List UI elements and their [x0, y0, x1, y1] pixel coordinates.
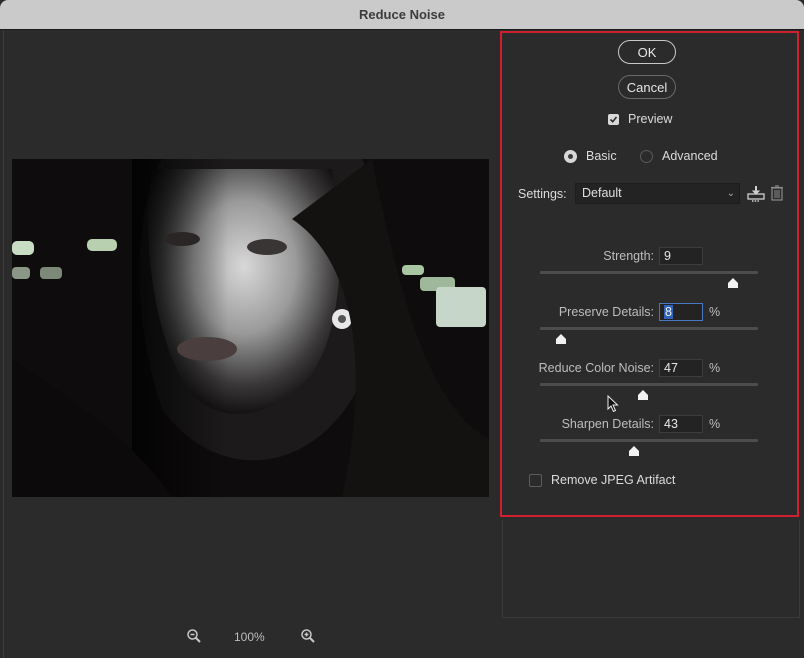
preserve-details-input[interactable]: 8	[659, 303, 703, 321]
zoom-level: 100%	[234, 630, 265, 644]
mode-basic-radio-row[interactable]: Basic	[564, 149, 617, 163]
preserve-details-slider-track[interactable]	[540, 327, 758, 330]
reduce-color-noise-value: 47	[664, 361, 678, 375]
strength-label: Strength:	[603, 249, 654, 263]
preview-image[interactable]	[12, 159, 489, 497]
highlight-annotation	[500, 31, 799, 517]
zoom-controls: 100%	[180, 627, 330, 647]
mouse-cursor-icon	[607, 394, 619, 418]
sharpen-details-unit: %	[709, 417, 721, 431]
checkmark-icon	[609, 115, 618, 123]
slider-thumb-icon	[728, 278, 738, 288]
preserve-details-label: Preserve Details:	[558, 305, 654, 319]
preserve-details-unit: %	[709, 305, 721, 319]
jpeg-artifact-checkbox-row[interactable]: Remove JPEG Artifact	[529, 473, 675, 487]
preview-checkbox-row[interactable]: Preview	[608, 112, 672, 126]
portrait-photo	[12, 159, 489, 497]
settings-dropdown[interactable]: Default ⌄	[575, 183, 740, 204]
preserve-details-value: 8	[664, 305, 673, 319]
cancel-button[interactable]: Cancel	[618, 75, 676, 99]
chevron-down-icon: ⌄	[726, 188, 735, 199]
trash-icon[interactable]	[770, 185, 784, 206]
title-bar: Reduce Noise	[0, 0, 804, 30]
settings-label: Settings:	[518, 187, 567, 201]
advanced-label: Advanced	[662, 149, 718, 163]
advanced-radio[interactable]	[640, 149, 653, 163]
preview-checkbox[interactable]	[608, 113, 619, 125]
save-preset-icon[interactable]	[746, 185, 766, 208]
reduce-color-noise-label: Reduce Color Noise:	[538, 361, 654, 375]
basic-label: Basic	[586, 149, 617, 163]
side-panel-frame	[502, 520, 800, 618]
slider-thumb-icon	[629, 446, 640, 456]
sharpen-details-input[interactable]: 43	[659, 415, 703, 433]
jpeg-artifact-checkbox[interactable]	[529, 473, 542, 487]
strength-value: 9	[664, 249, 671, 263]
slider-thumb-icon	[555, 334, 566, 344]
zoom-in-icon[interactable]	[300, 628, 316, 649]
ok-button[interactable]: OK	[618, 40, 676, 64]
sharpen-details-slider-track[interactable]	[540, 439, 758, 442]
sharpen-details-value: 43	[664, 417, 678, 431]
reduce-color-noise-slider-track[interactable]	[540, 383, 758, 386]
strength-input[interactable]: 9	[659, 247, 703, 265]
mode-advanced-radio-row[interactable]: Advanced	[640, 149, 718, 163]
reduce-color-noise-input[interactable]: 47	[659, 359, 703, 377]
strength-slider-track[interactable]	[540, 271, 758, 274]
basic-radio[interactable]	[564, 149, 577, 163]
settings-value: Default	[582, 186, 622, 200]
slider-thumb-icon	[637, 390, 648, 400]
sharpen-details-label: Sharpen Details:	[561, 417, 654, 431]
preview-label: Preview	[628, 112, 673, 126]
reduce-color-noise-unit: %	[709, 361, 721, 375]
window-title: Reduce Noise	[359, 7, 445, 22]
jpeg-artifact-label: Remove JPEG Artifact	[551, 473, 676, 487]
zoom-out-icon[interactable]	[186, 628, 202, 649]
